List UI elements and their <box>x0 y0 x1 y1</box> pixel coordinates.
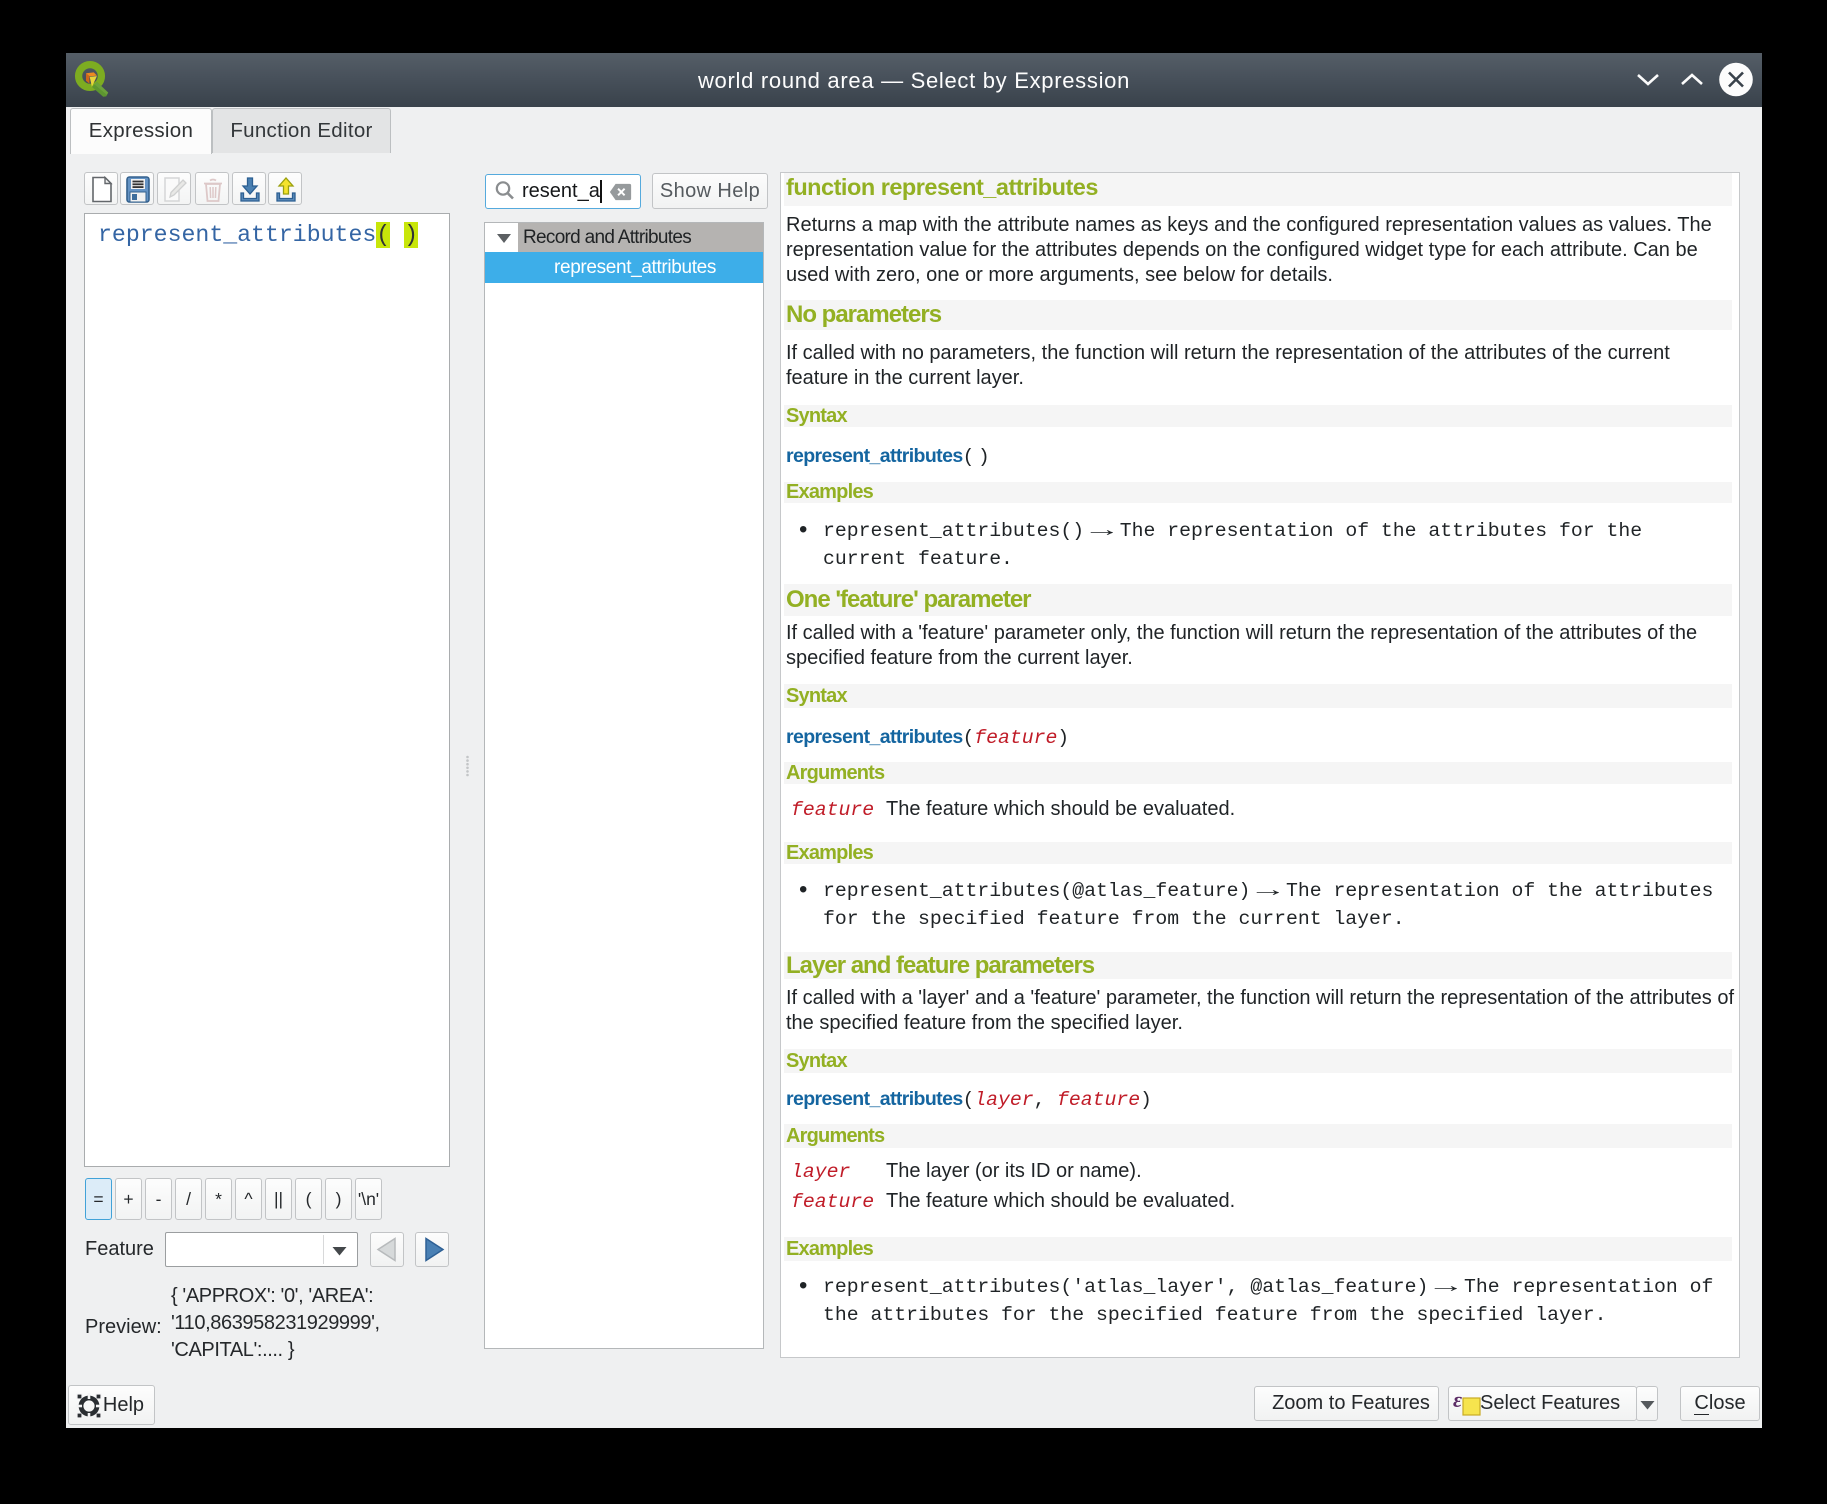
svg-text:ε: ε <box>1453 1390 1462 1412</box>
